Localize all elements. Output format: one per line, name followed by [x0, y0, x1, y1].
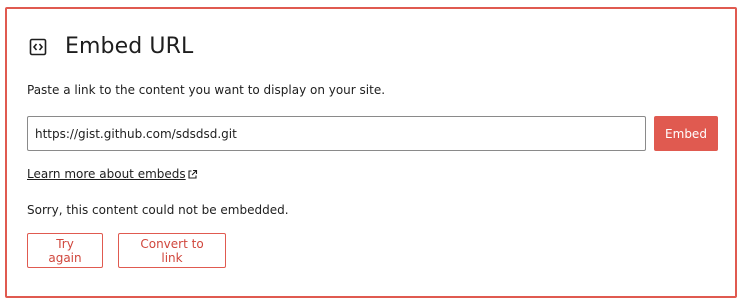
embed-instructions: Paste a link to the content you want to … [27, 83, 386, 97]
learn-more-link[interactable]: Learn more about embeds [27, 167, 198, 181]
external-link-icon [187, 169, 198, 180]
embed-url-input[interactable] [27, 116, 646, 151]
embed-header: Embed URL [29, 34, 193, 59]
learn-more-label: Learn more about embeds [27, 167, 186, 181]
embed-block-panel: Embed URL Paste a link to the content yo… [5, 7, 737, 298]
try-again-button[interactable]: Try again [27, 233, 103, 268]
convert-to-link-button[interactable]: Convert to link [118, 233, 226, 268]
embed-icon [29, 38, 47, 56]
embed-button[interactable]: Embed [654, 116, 718, 151]
embed-error-message: Sorry, this content could not be embedde… [27, 203, 289, 217]
embed-title: Embed URL [65, 34, 194, 59]
